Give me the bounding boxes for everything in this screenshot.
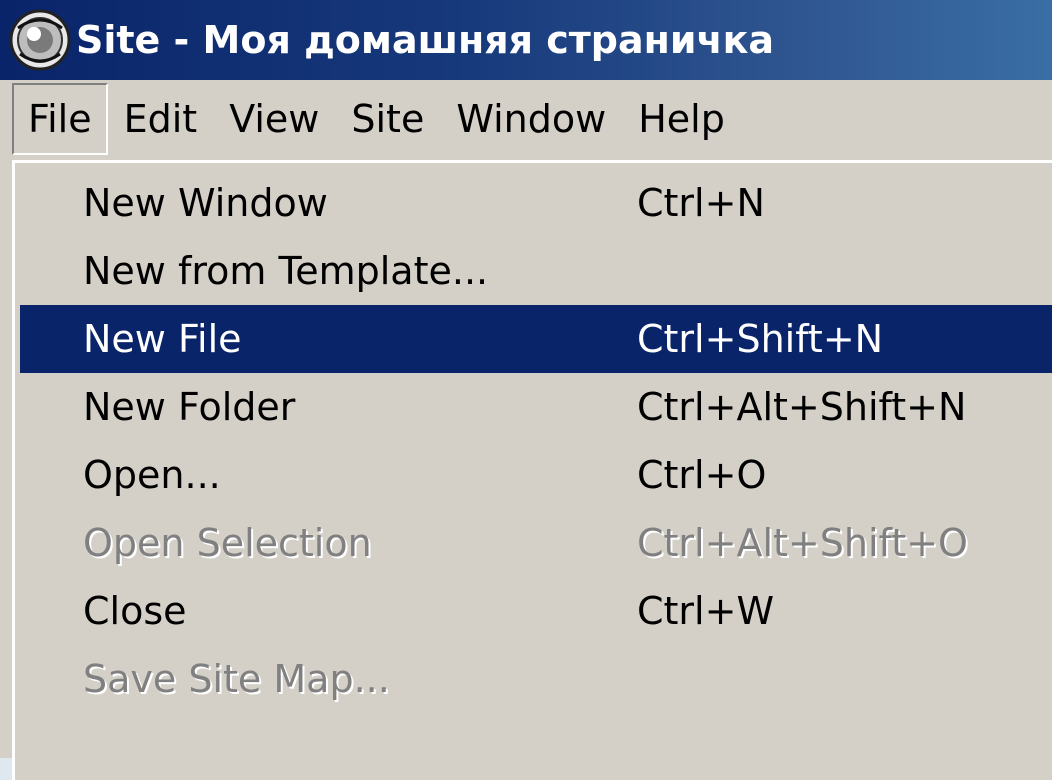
menu-item-label: Close [83,589,187,633]
menu-file[interactable]: File [12,83,108,155]
menu-edit[interactable]: Edit [108,83,214,155]
menu-item-shortcut: Ctrl+Alt+Shift+N [637,385,967,429]
application-window: Site - Моя домашняя страничка File Edit … [0,0,1052,780]
menu-item-shortcut: Ctrl+Alt+Shift+O [637,521,968,565]
menu-item-shortcut: Ctrl+Shift+N [637,317,884,361]
menu-item-close[interactable]: Close Ctrl+W [15,577,1052,645]
file-menu-dropdown: New Window Ctrl+N New from Template... N… [12,160,1052,780]
menu-item-open-selection: Open Selection Ctrl+Alt+Shift+O [15,509,1052,577]
menu-site[interactable]: Site [335,83,440,155]
menu-item-new-from-template[interactable]: New from Template... [15,237,1052,305]
menu-item-label: New from Template... [83,249,489,293]
menu-item-shortcut: Ctrl+O [637,453,767,497]
menu-window[interactable]: Window [440,83,622,155]
menu-item-shortcut: Ctrl+W [637,589,775,633]
menu-item-new-window[interactable]: New Window Ctrl+N [15,169,1052,237]
menu-view[interactable]: View [213,83,335,155]
menu-item-label: Open Selection [83,521,372,565]
menu-bar: File Edit View Site Window Help [0,80,1052,158]
menu-item-new-folder[interactable]: New Folder Ctrl+Alt+Shift+N [15,373,1052,441]
menu-item-label: New Folder [83,385,296,429]
window-title: Site - Моя домашняя страничка [76,18,775,62]
title-bar[interactable]: Site - Моя домашняя страничка [0,0,1052,80]
menu-item-new-file[interactable]: New File Ctrl+Shift+N [20,305,1052,373]
menu-item-label: New Window [83,181,328,225]
menu-item-save-site-map: Save Site Map... [15,645,1052,713]
menu-help[interactable]: Help [622,83,741,155]
menu-item-shortcut: Ctrl+N [637,181,765,225]
menu-item-open[interactable]: Open... Ctrl+O [15,441,1052,509]
dreamweaver-icon [9,9,71,71]
menu-item-label: New File [83,317,242,361]
menu-item-label: Open... [83,453,221,497]
menu-item-label: Save Site Map... [83,657,390,701]
